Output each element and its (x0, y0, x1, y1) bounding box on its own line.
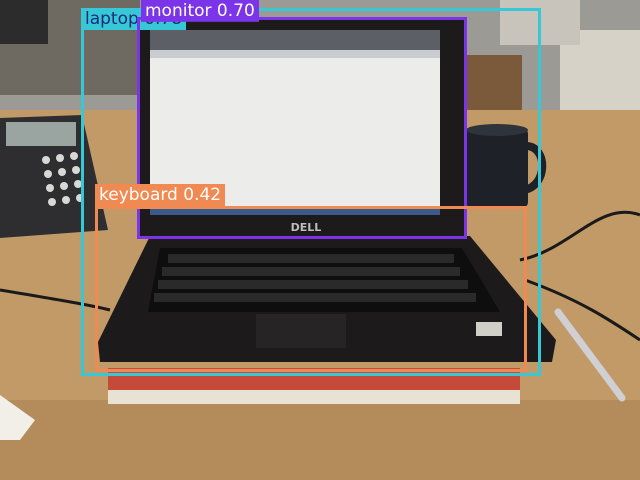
book-stack-edge (108, 390, 520, 404)
desk-shadow (0, 400, 640, 480)
detection-label-keyboard: keyboard 0.42 (95, 184, 226, 206)
detection-box-keyboard: keyboard 0.42 (95, 184, 527, 372)
background-monitor (0, 0, 48, 44)
detection-label-monitor: monitor 0.70 (141, 0, 259, 22)
